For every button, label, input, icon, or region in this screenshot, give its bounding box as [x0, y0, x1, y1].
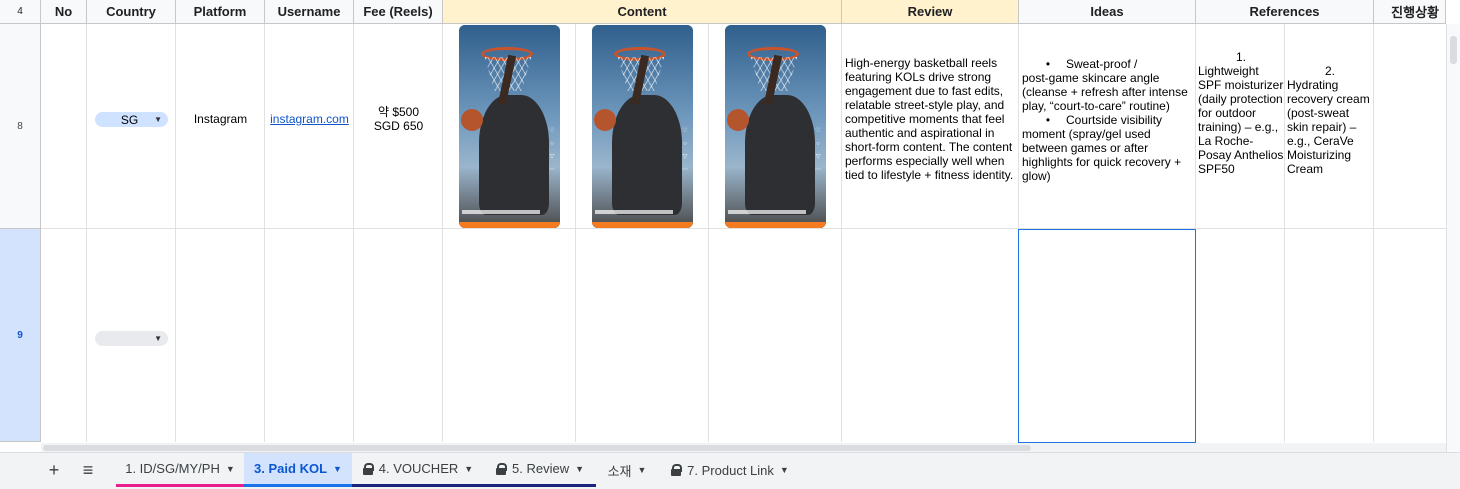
tab-product-link[interactable]: 7. Product Link ▼ [658, 453, 802, 487]
reference-2-number: 2. [1324, 64, 1335, 78]
fee-usd: 약 $500 [377, 105, 420, 119]
username-link[interactable]: instagram.com [265, 112, 354, 126]
col-header-fee[interactable]: Fee (Reels) [354, 0, 443, 24]
col-header-content[interactable]: Content [443, 0, 842, 24]
reel-actions-icon: ♡ ○ ▽ ⋯ [549, 128, 555, 173]
grid-line [841, 24, 842, 442]
chevron-down-icon: ▼ [154, 334, 162, 343]
tab-sojae[interactable]: 소재 ▼ [596, 453, 658, 487]
tab-voucher[interactable]: 4. VOUCHER ▼ [352, 453, 484, 487]
tab-label: 4. VOUCHER [378, 461, 459, 476]
content-thumbnail-2[interactable]: ♡ ○ ▽ ⋯ [592, 25, 693, 228]
chevron-down-icon: ▼ [225, 463, 235, 474]
grid-line [442, 24, 443, 442]
col-header-country[interactable]: Country [87, 0, 176, 24]
reference-1-text: Lightweight SPF moisturizer (daily prote… [1198, 64, 1284, 176]
grid-line [1284, 24, 1285, 442]
reference-2-cell[interactable]: 2. Hydrating recovery cream (post-sweat … [1287, 64, 1373, 176]
tab-label: 소재 [607, 463, 632, 479]
grid-line [175, 24, 176, 442]
reference-2-text: Hydrating recovery cream (post-sweat ski… [1287, 78, 1370, 176]
lock-icon [362, 462, 374, 475]
fee-sgd: SGD 650 [373, 119, 424, 133]
grid-line [86, 24, 87, 442]
content-thumbnail-3[interactable]: ♡ ○ ▽ ⋯ [725, 25, 826, 228]
row-header-9[interactable]: 9 [0, 229, 41, 442]
chevron-down-icon: ▼ [154, 115, 162, 124]
col-header-ideas[interactable]: Ideas [1019, 0, 1196, 24]
reference-1-cell[interactable]: 1. Lightweight SPF moisturizer (daily pr… [1198, 50, 1284, 176]
grid-line [1373, 24, 1374, 442]
country-dropdown-empty[interactable]: ▼ [95, 331, 168, 346]
col-header-username[interactable]: Username [265, 0, 354, 24]
grid-line [353, 24, 354, 442]
col-header-review[interactable]: Review [842, 0, 1019, 24]
fee-cell[interactable]: 약 $500 SGD 650 [354, 105, 443, 133]
grid-line [708, 24, 709, 442]
platform-cell[interactable]: Instagram [176, 112, 265, 126]
add-sheet-button[interactable]: + [40, 453, 68, 487]
row-header-8[interactable]: 8 [0, 24, 41, 229]
country-value: SG [120, 112, 139, 127]
tab-paid-kol[interactable]: 3. Paid KOL ▼ [244, 453, 352, 487]
horizontal-scrollbar[interactable] [41, 443, 1446, 452]
vertical-scrollbar[interactable] [1446, 24, 1460, 452]
grid-line [41, 228, 1446, 229]
scroll-thumb[interactable] [1450, 36, 1457, 64]
chevron-down-icon: ▼ [333, 463, 342, 474]
chevron-down-icon: ▼ [464, 463, 474, 474]
lock-icon [496, 462, 507, 475]
scroll-thumb[interactable] [43, 445, 1031, 451]
content-thumbnail-1[interactable]: ♡ ○ ▽ ⋯ [459, 25, 560, 228]
tab-label: 7. Product Link [687, 462, 774, 478]
tab-id-sg-my-ph[interactable]: 1. ID/SG/MY/PH ▼ [116, 453, 244, 487]
country-dropdown[interactable]: SG ▼ [95, 112, 168, 127]
idea-item: • Courtside visibility moment (spray/gel … [1022, 113, 1182, 183]
grid-line [575, 24, 576, 442]
chevron-down-icon: ▼ [779, 465, 789, 475]
chevron-down-icon: ▼ [637, 465, 647, 475]
review-cell[interactable]: High-energy basketball reels featuring K… [845, 56, 1015, 182]
row-header-4[interactable]: 4 [0, 0, 41, 24]
tab-label: 1. ID/SG/MY/PH [125, 461, 220, 476]
selected-cell[interactable] [1018, 229, 1196, 443]
reel-actions-icon: ♡ ○ ▽ ⋯ [682, 128, 688, 173]
col-header-no[interactable]: No [41, 0, 87, 24]
reel-actions-icon: ♡ ○ ▽ ⋯ [815, 128, 821, 173]
col-header-platform[interactable]: Platform [176, 0, 265, 24]
tab-review[interactable]: 5. Review ▼ [484, 453, 596, 487]
col-header-status[interactable]: 진행상황 [1374, 0, 1446, 24]
lock-icon [671, 464, 683, 476]
col-header-references[interactable]: References [1196, 0, 1374, 24]
ideas-cell[interactable]: • Sweat-proof / post-game skincare angle … [1022, 57, 1192, 183]
idea-item: • Sweat-proof / post-game skincare angle … [1022, 57, 1188, 113]
tab-label: 5. Review [512, 461, 570, 476]
chevron-down-icon: ▼ [575, 463, 584, 474]
grid-line [264, 24, 265, 442]
sheet-tab-bar: + ≡ 1. ID/SG/MY/PH ▼ 3. Paid KOL ▼ 4. VOUC… [0, 452, 1460, 489]
tab-label: 3. Paid KOL [254, 461, 328, 476]
reference-1-number: 1. [1235, 50, 1246, 64]
all-sheets-menu-icon[interactable]: ≡ [74, 453, 102, 487]
